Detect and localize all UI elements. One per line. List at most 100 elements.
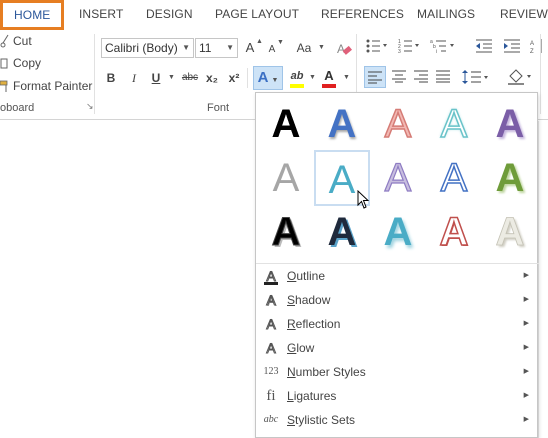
multilevel-list-button[interactable]: abi xyxy=(430,38,456,58)
font-color-icon: A xyxy=(324,68,334,83)
effect-blue-outline[interactable]: A xyxy=(426,150,482,206)
effect-cream-bevel[interactable]: A xyxy=(482,204,538,260)
line-spacing-button[interactable] xyxy=(462,66,490,88)
numbering-button[interactable]: 123 xyxy=(398,38,420,58)
font-color-button[interactable]: A xyxy=(322,66,336,88)
eraser-icon: A xyxy=(337,42,352,56)
tab-home[interactable]: HOME xyxy=(0,0,65,30)
menu-item-reflection[interactable]: A Reflection ▶ xyxy=(256,312,539,336)
chevron-right-icon: ▶ xyxy=(523,320,529,327)
ribbon-tabs: HOME INSERT DESIGN PAGE LAYOUT REFERENCE… xyxy=(0,0,548,30)
numbering-icon: 123 xyxy=(398,39,419,55)
tab-insert[interactable]: INSERT xyxy=(79,0,123,28)
bullets-button[interactable] xyxy=(366,38,388,58)
chevron-right-icon: ▶ xyxy=(523,368,529,375)
change-case-button[interactable]: Aa xyxy=(293,38,315,58)
tab-page-layout[interactable]: PAGE LAYOUT xyxy=(215,0,299,28)
decrease-indent-button[interactable] xyxy=(475,38,493,58)
group-divider xyxy=(94,34,95,114)
copy-icon xyxy=(0,56,10,70)
effect-black-shadow[interactable]: A xyxy=(258,204,314,260)
tab-review[interactable]: REVIEW xyxy=(500,0,548,28)
svg-text:3: 3 xyxy=(398,49,401,54)
bold-button[interactable]: B xyxy=(104,68,118,88)
effect-teal-glow[interactable]: A xyxy=(370,204,426,260)
copy-label: Copy xyxy=(13,56,42,70)
format-painter-icon xyxy=(0,79,10,93)
font-size-value: 11 xyxy=(199,41,212,55)
svg-text:A: A xyxy=(530,41,534,47)
italic-button[interactable]: I xyxy=(128,68,140,88)
text-effects-button[interactable]: A ▼ xyxy=(253,66,283,90)
cut-label: Cut xyxy=(13,34,32,48)
effect-red-double-outline[interactable]: A xyxy=(426,204,482,260)
font-name-combo[interactable]: Calibri (Body) ▼ xyxy=(101,38,194,58)
cut-button[interactable]: Cut xyxy=(0,34,32,48)
ligatures-icon: fi xyxy=(266,388,276,404)
effect-gray-fill[interactable]: A xyxy=(258,150,314,206)
effect-navy-offset[interactable]: A xyxy=(314,204,370,260)
effect-lavender-outline[interactable]: A xyxy=(370,150,426,206)
chevron-down-icon: ▼ xyxy=(226,43,234,52)
clear-formatting-button[interactable]: A xyxy=(336,38,352,58)
underline-button[interactable]: U xyxy=(150,68,162,88)
tab-mailings[interactable]: MAILINGS xyxy=(417,0,475,28)
align-left-button[interactable] xyxy=(364,66,386,88)
menu-item-label: Stylistic Sets xyxy=(287,413,356,427)
effect-purple-fill[interactable]: A xyxy=(482,96,538,152)
font-name-value: Calibri (Body) xyxy=(105,41,178,55)
justify-button[interactable] xyxy=(434,66,452,88)
font-group-label: Font xyxy=(207,102,230,114)
chevron-down-icon: ▼ xyxy=(318,44,325,51)
align-right-button[interactable] xyxy=(412,66,430,88)
effect-green-bevel[interactable]: A xyxy=(482,150,538,206)
sort-button[interactable]: AZ xyxy=(530,38,546,58)
menu-item-label: Glow xyxy=(287,341,315,355)
menu-item-stylistic-sets[interactable]: abc Stylistic Sets ▶ xyxy=(256,408,539,432)
vertical-scrollbar[interactable] xyxy=(538,121,548,438)
shadow-icon: A xyxy=(266,292,276,309)
menu-item-label: Ligatures xyxy=(287,389,337,403)
highlight-color-button[interactable]: ab xyxy=(288,66,306,88)
menu-item-outline[interactable]: A Outline ▶ xyxy=(256,264,539,288)
chevron-down-icon: ▼ xyxy=(182,43,190,52)
increase-indent-button[interactable] xyxy=(503,38,521,58)
decrease-indent-icon xyxy=(476,39,492,53)
text-effects-icon: A xyxy=(257,69,269,86)
menu-item-shadow[interactable]: A Shadow ▶ xyxy=(256,288,539,312)
highlighter-icon: ab xyxy=(290,70,304,82)
align-center-button[interactable] xyxy=(390,66,408,88)
effect-black-fill[interactable]: A xyxy=(258,96,314,152)
outline-icon: A xyxy=(261,264,281,288)
bullets-icon xyxy=(366,39,387,53)
effect-blue-shadow[interactable]: A xyxy=(314,96,370,152)
paint-bucket-icon xyxy=(508,69,531,85)
chevron-right-icon: ▶ xyxy=(523,416,529,423)
svg-text:i: i xyxy=(436,49,437,54)
menu-item-ligatures[interactable]: fi Ligatures ▶ xyxy=(256,384,539,408)
effect-red-outline[interactable]: A xyxy=(370,96,426,152)
justify-icon xyxy=(436,70,450,83)
line-spacing-icon xyxy=(462,70,488,84)
copy-button[interactable]: Copy xyxy=(0,56,41,70)
tab-design[interactable]: DESIGN xyxy=(146,0,193,28)
shading-button[interactable] xyxy=(506,66,534,88)
glow-icon: A xyxy=(266,340,276,357)
superscript-button[interactable]: x² xyxy=(226,68,242,88)
format-painter-button[interactable]: Format Painter xyxy=(0,79,92,93)
menu-item-label: Shadow xyxy=(287,293,331,307)
tab-references[interactable]: REFERENCES xyxy=(321,0,404,28)
text-effects-gallery: A A A A A A A A A A A A A A A A Outline … xyxy=(255,92,539,438)
divider xyxy=(247,68,248,88)
menu-item-glow[interactable]: A Glow ▶ xyxy=(256,336,539,360)
strikethrough-button[interactable]: abc xyxy=(180,68,200,88)
chevron-down-icon: ▼ xyxy=(168,74,175,81)
subscript-button[interactable]: x₂ xyxy=(204,68,220,88)
grow-font-button[interactable]: A xyxy=(243,38,257,58)
effect-teal-outline[interactable]: A xyxy=(426,96,482,152)
font-size-combo[interactable]: 11 ▼ xyxy=(195,38,238,58)
number-styles-icon: 123 xyxy=(263,366,279,377)
chevron-right-icon: ▶ xyxy=(523,296,529,303)
menu-item-number-styles[interactable]: 123 Number Styles ▶ xyxy=(256,360,539,384)
text-effects-grid: A A A A A A A A A A A A A A A xyxy=(256,93,539,263)
